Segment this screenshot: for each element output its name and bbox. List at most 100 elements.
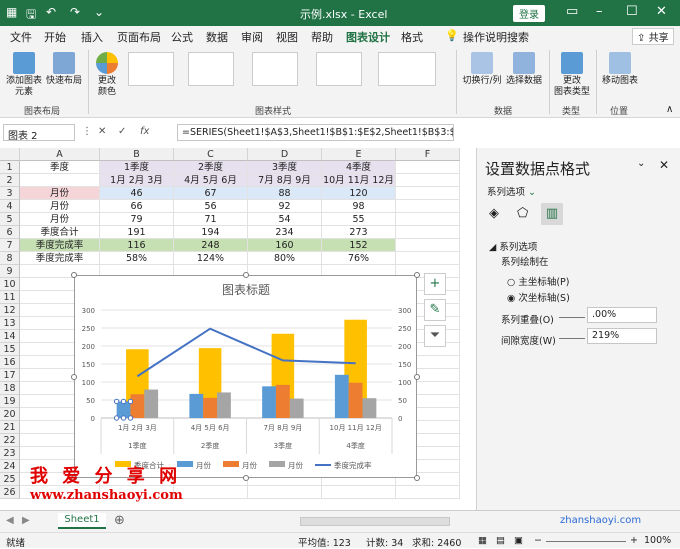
cell[interactable]: 2季度 — [174, 161, 248, 174]
resize-handle[interactable] — [71, 272, 77, 278]
minimize-icon[interactable]: – — [596, 4, 603, 19]
row-header[interactable]: 21 — [0, 421, 20, 434]
row-header[interactable]: 11 — [0, 291, 20, 304]
horizontal-scrollbar[interactable] — [300, 517, 450, 526]
tab-formulas[interactable]: 公式 — [171, 29, 193, 45]
tab-data[interactable]: 数据 — [206, 29, 228, 45]
resize-handle[interactable] — [414, 272, 420, 278]
formula-input[interactable]: =SERIES(Sheet1!$A$3,Sheet1!$B$1:$E$2,She… — [177, 124, 454, 141]
cell[interactable]: 4季度 — [322, 161, 396, 174]
normal-view-icon[interactable]: ▦ — [478, 535, 487, 546]
chart-style-1[interactable] — [128, 52, 174, 86]
add-chart-element-button[interactable]: 添加图表 元素 — [4, 52, 44, 98]
cell[interactable]: 79 — [100, 213, 174, 226]
cell[interactable]: 55 — [322, 213, 396, 226]
cell[interactable]: 月份 — [20, 187, 100, 200]
cell[interactable]: 3季度 — [248, 161, 322, 174]
row-header[interactable]: 22 — [0, 434, 20, 447]
row-header[interactable]: 5 — [0, 213, 20, 226]
zoom-level[interactable]: 100% — [644, 535, 671, 546]
chart-elements-plus-icon[interactable]: + — [424, 273, 446, 295]
login-button[interactable]: 登录 — [513, 5, 545, 22]
row-header[interactable]: 2 — [0, 174, 20, 187]
tab-home[interactable]: 开始 — [44, 29, 66, 45]
cell[interactable]: 66 — [100, 200, 174, 213]
cell[interactable]: 1季度 — [100, 161, 174, 174]
cell[interactable]: 248 — [174, 239, 248, 252]
cell[interactable]: 273 — [322, 226, 396, 239]
chart-styles-brush-icon[interactable]: ✎ — [424, 299, 446, 321]
zoom-out-icon[interactable]: − — [534, 535, 542, 546]
cell[interactable]: 46 — [100, 187, 174, 200]
chart-filter-icon[interactable]: ⏷ — [424, 325, 446, 347]
add-sheet-icon[interactable]: ⊕ — [114, 513, 125, 528]
primary-axis-radio[interactable]: ○ 主坐标轴(P) — [507, 274, 569, 288]
cell[interactable] — [396, 161, 460, 174]
page-break-view-icon[interactable]: ▣ — [514, 535, 523, 546]
resize-handle[interactable] — [414, 374, 420, 380]
cell[interactable] — [174, 486, 248, 499]
maximize-icon[interactable]: ☐ — [626, 4, 638, 19]
cell[interactable]: 月份 — [20, 200, 100, 213]
cell[interactable]: 季度完成率 — [20, 252, 100, 265]
cell[interactable]: 98 — [322, 200, 396, 213]
close-window-icon[interactable]: ✕ — [656, 4, 667, 19]
row-header[interactable]: 23 — [0, 447, 20, 460]
cell[interactable]: 120 — [322, 187, 396, 200]
secondary-axis-radio[interactable]: ◉ 次坐标轴(S) — [507, 290, 570, 304]
tab-page-layout[interactable]: 页面布局 — [117, 29, 161, 45]
row-header[interactable]: 1 — [0, 161, 20, 174]
redo-icon[interactable]: ↷ — [70, 5, 80, 19]
undo-icon[interactable]: ↶ — [46, 5, 56, 19]
select-all-corner[interactable] — [0, 148, 20, 161]
sheet-nav-next-icon[interactable]: ▶ — [22, 515, 30, 526]
cell[interactable]: 124% — [174, 252, 248, 265]
cell[interactable] — [396, 486, 460, 499]
cell[interactable]: 152 — [322, 239, 396, 252]
cell[interactable]: 季度 — [20, 161, 100, 174]
insert-function-icon[interactable]: fx — [140, 126, 149, 137]
row-header[interactable]: 20 — [0, 408, 20, 421]
collapse-ribbon-icon[interactable]: ∧ — [666, 104, 673, 115]
gap-width-input[interactable]: 219% — [587, 328, 657, 344]
customize-chevron-icon[interactable]: ⌄ — [94, 5, 104, 19]
row-header[interactable]: 13 — [0, 317, 20, 330]
column-header[interactable]: F — [396, 148, 460, 161]
resize-handle[interactable] — [71, 374, 77, 380]
cell[interactable]: 56 — [174, 200, 248, 213]
row-header[interactable]: 15 — [0, 343, 20, 356]
cell[interactable] — [396, 213, 460, 226]
row-header[interactable]: 17 — [0, 369, 20, 382]
combo-chart[interactable]: 图表标题 0 0 50 50 100 100 150 150 200 200 250 250 300 300… — [75, 276, 418, 479]
effects-pentagon-icon[interactable]: ⬠ — [517, 206, 528, 221]
tab-review[interactable]: 审阅 — [241, 29, 263, 45]
chart-style-5[interactable] — [378, 52, 436, 86]
save-icon[interactable]: 🖫 — [26, 5, 36, 26]
tab-format[interactable]: 格式 — [401, 29, 423, 45]
cell[interactable]: 月份 — [20, 213, 100, 226]
cell[interactable]: 1月 2月 3月 — [100, 174, 174, 187]
switch-row-column-button[interactable]: 切换行/列 — [462, 52, 502, 87]
cell[interactable]: 76% — [322, 252, 396, 265]
select-data-button[interactable]: 选择数据 — [504, 52, 544, 87]
cell[interactable] — [396, 200, 460, 213]
zoom-slider[interactable] — [546, 541, 626, 542]
row-header[interactable]: 19 — [0, 395, 20, 408]
column-header[interactable]: C — [174, 148, 248, 161]
column-header[interactable]: B — [100, 148, 174, 161]
sheet-tab-sheet1[interactable]: Sheet1 — [58, 513, 106, 529]
series-options-icon[interactable]: ▥ — [541, 203, 563, 225]
cell[interactable]: 4月 5月 6月 — [174, 174, 248, 187]
tab-file[interactable]: 文件 — [10, 29, 32, 45]
change-chart-type-button[interactable]: 更改 图表类型 — [552, 52, 592, 98]
quick-layout-button[interactable]: 快速布局 — [44, 52, 84, 87]
row-header[interactable]: 3 — [0, 187, 20, 200]
cell[interactable] — [396, 239, 460, 252]
pane-close-icon[interactable]: ✕ — [659, 158, 669, 172]
row-header[interactable]: 4 — [0, 200, 20, 213]
cell[interactable]: 194 — [174, 226, 248, 239]
row-header[interactable]: 18 — [0, 382, 20, 395]
row-header[interactable]: 7 — [0, 239, 20, 252]
column-header[interactable]: E — [322, 148, 396, 161]
gap-slider[interactable] — [559, 338, 585, 339]
